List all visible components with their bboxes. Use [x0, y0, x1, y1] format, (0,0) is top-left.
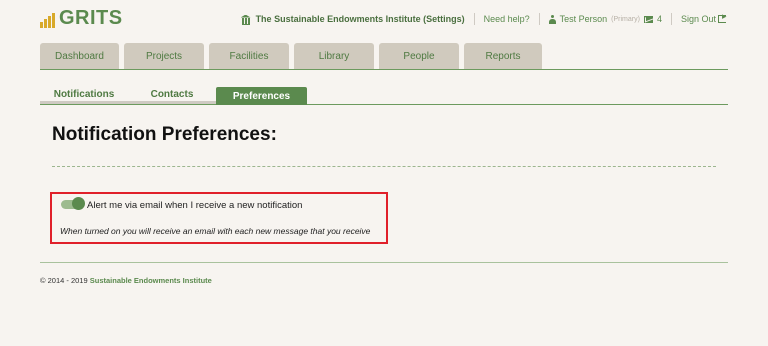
copyright-text: © 2014 - 2019: [40, 276, 88, 285]
header: GRITS The Sustainable Endowments Institu…: [0, 0, 768, 38]
tab-projects[interactable]: Projects: [124, 43, 204, 69]
grits-logo[interactable]: GRITS: [40, 8, 123, 28]
divider: [473, 13, 475, 25]
user-menu[interactable]: Test Person (Primary): [548, 14, 640, 24]
user-role: (Primary): [611, 15, 640, 23]
page-title: Notification Preferences:: [52, 124, 277, 145]
tab-facilities[interactable]: Facilities: [209, 43, 289, 69]
toggle-knob: [72, 197, 85, 210]
email-alert-toggle[interactable]: [61, 197, 85, 210]
email-alert-help: When turned on you will receive an email…: [60, 226, 371, 236]
logo-text: GRITS: [59, 7, 123, 29]
help-link[interactable]: Need help?: [484, 14, 530, 24]
user-name: Test Person: [559, 14, 608, 24]
divider: [538, 13, 540, 25]
tab-library[interactable]: Library: [294, 43, 374, 69]
tab-dashboard[interactable]: Dashboard: [40, 43, 119, 69]
org-link[interactable]: Sustainable Endowments Institute: [90, 276, 212, 285]
sub-tabs: Notifications Contacts Preferences: [40, 87, 728, 105]
sign-out-icon: [718, 11, 727, 23]
subtab-contacts[interactable]: Contacts: [128, 87, 216, 104]
footer-divider: [40, 262, 728, 263]
organization-link[interactable]: The Sustainable Endowments Institute (Se…: [241, 14, 465, 25]
footer: © 2014 - 2019 Sustainable Endowments Ins…: [40, 276, 212, 285]
top-nav: The Sustainable Endowments Institute (Se…: [241, 11, 727, 25]
logo-bars-icon: [40, 10, 55, 28]
subtab-preferences[interactable]: Preferences: [216, 87, 307, 105]
divider: [670, 13, 672, 25]
user-icon: [548, 14, 556, 24]
organization-label: The Sustainable Endowments Institute (Se…: [255, 14, 465, 24]
message-count[interactable]: 4: [657, 14, 662, 24]
section-divider: [52, 166, 716, 167]
institution-icon: [241, 15, 251, 25]
email-alert-label: Alert me via email when I receive a new …: [87, 200, 303, 211]
sign-out-link[interactable]: Sign Out: [680, 11, 727, 24]
email-alert-preference: Alert me via email when I receive a new …: [50, 192, 388, 244]
tab-people[interactable]: People: [379, 43, 459, 69]
subtab-notifications[interactable]: Notifications: [40, 87, 128, 104]
main-tabs: Dashboard Projects Facilities Library Pe…: [40, 43, 728, 70]
tab-reports[interactable]: Reports: [464, 43, 542, 69]
mail-icon[interactable]: [643, 15, 653, 23]
sign-out-label: Sign Out: [680, 14, 716, 24]
